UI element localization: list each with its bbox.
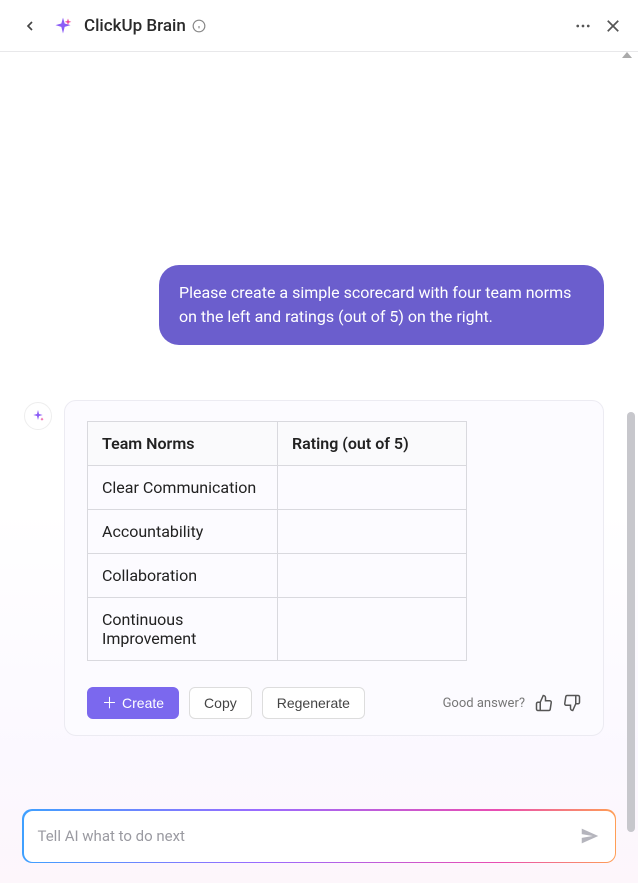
table-row: Accountability [88, 510, 467, 554]
plus-icon: ＋ [102, 696, 117, 711]
thumbs-up-icon [535, 694, 553, 712]
send-button[interactable] [579, 825, 601, 847]
copy-button[interactable]: Copy [189, 687, 252, 719]
table-cell-rating [278, 510, 467, 554]
more-options-button[interactable] [574, 17, 592, 35]
scorecard-table: Team Norms Rating (out of 5) Clear Commu… [87, 421, 467, 661]
table-cell-rating [278, 466, 467, 510]
copy-button-label: Copy [204, 695, 237, 711]
send-icon [579, 825, 601, 847]
table-header-rating: Rating (out of 5) [278, 422, 467, 466]
create-button[interactable]: ＋ Create [87, 687, 179, 719]
table-row: Collaboration [88, 554, 467, 598]
table-cell-norm: Continuous Improvement [88, 598, 278, 661]
table-row: Continuous Improvement [88, 598, 467, 661]
chat-input[interactable]: Tell AI what to do next [24, 811, 615, 862]
user-message-text: Please create a simple scorecard with fo… [179, 283, 571, 326]
chat-content: Please create a simple scorecard with fo… [0, 52, 638, 883]
thumbs-down-icon [563, 694, 581, 712]
close-button[interactable] [604, 17, 622, 35]
ai-response-block: Team Norms Rating (out of 5) Clear Commu… [24, 400, 604, 736]
table-header-norms: Team Norms [88, 422, 278, 466]
close-icon [604, 17, 622, 35]
table-cell-rating [278, 598, 467, 661]
scrollbar-thumb[interactable] [627, 412, 635, 832]
back-button[interactable] [16, 12, 44, 40]
regenerate-button[interactable]: Regenerate [262, 687, 365, 719]
chevron-left-icon [22, 18, 38, 34]
feedback-group: Good answer? [443, 694, 581, 712]
regenerate-button-label: Regenerate [277, 695, 350, 711]
user-message: Please create a simple scorecard with fo… [159, 265, 604, 345]
ai-avatar [24, 402, 52, 430]
chat-input-placeholder: Tell AI what to do next [38, 827, 579, 845]
table-row: Clear Communication [88, 466, 467, 510]
info-icon[interactable] [192, 19, 206, 33]
input-bar: Tell AI what to do next [22, 809, 616, 863]
feedback-label: Good answer? [443, 696, 525, 711]
ai-response-card: Team Norms Rating (out of 5) Clear Commu… [64, 400, 604, 736]
thumbs-down-button[interactable] [563, 694, 581, 712]
thumbs-up-button[interactable] [535, 694, 553, 712]
scroll-up-indicator[interactable] [622, 52, 632, 58]
table-cell-norm: Accountability [88, 510, 278, 554]
page-title: ClickUp Brain [84, 16, 186, 36]
header: ClickUp Brain [0, 0, 638, 52]
table-cell-norm: Collaboration [88, 554, 278, 598]
dots-horizontal-icon [574, 17, 592, 35]
table-cell-rating [278, 554, 467, 598]
table-cell-norm: Clear Communication [88, 466, 278, 510]
response-actions: ＋ Create Copy Regenerate Good answer? [87, 687, 581, 719]
sparkle-icon [30, 408, 46, 424]
create-button-label: Create [122, 695, 164, 711]
clickup-brain-icon [52, 15, 74, 37]
